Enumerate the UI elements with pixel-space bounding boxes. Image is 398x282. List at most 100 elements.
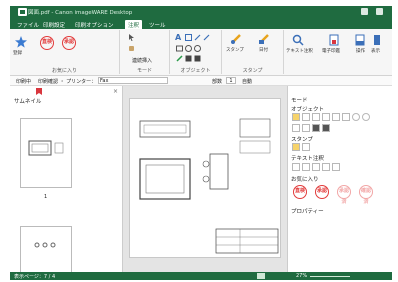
display-icon[interactable] — [372, 34, 382, 46]
polygon-icon[interactable] — [194, 55, 201, 62]
status-bar: 表示ページ：7 / 4 27% — [10, 272, 392, 280]
thumbnail-drawing — [28, 140, 64, 156]
technical-drawing — [139, 118, 279, 254]
thumbnail-page-2[interactable] — [20, 226, 72, 276]
window-title: 図面.pdf - Canon imageWARE Desktop — [28, 10, 133, 16]
stamp-icon[interactable] — [230, 33, 242, 45]
page-indicator: 表示ページ：7 / 4 — [14, 274, 56, 280]
view-mode-button[interactable] — [257, 273, 265, 279]
mode-section: モード — [291, 98, 308, 104]
note-icon-2[interactable] — [302, 163, 310, 171]
circle-tool-icon[interactable] — [185, 45, 192, 52]
text-tool-icon[interactable]: A — [175, 33, 181, 42]
select-icon[interactable] — [128, 34, 135, 41]
date-icon[interactable] — [258, 33, 270, 45]
app-icon — [18, 8, 27, 16]
seal-button[interactable]: 電子印鑑 — [322, 48, 340, 54]
close-icon[interactable]: × — [113, 88, 118, 95]
bookmark-icon[interactable] — [36, 88, 42, 95]
property-section: プロパティー — [291, 209, 324, 215]
copies-label: 部数 — [212, 79, 223, 85]
object-group: A オブジェクト — [170, 30, 222, 74]
favorite-stamp-2[interactable]: 承認 — [315, 185, 329, 199]
fill-icon[interactable] — [185, 55, 192, 62]
search-icon[interactable] — [292, 34, 304, 46]
copies-input[interactable]: 1 — [226, 77, 236, 84]
stroke-color-icon[interactable] — [322, 124, 330, 132]
zoom-level: 27% — [296, 273, 308, 279]
tab-file[interactable]: ファイル — [14, 20, 42, 29]
ellipse-tool-icon[interactable] — [194, 45, 201, 52]
text-icon[interactable] — [302, 113, 310, 121]
eraser-icon[interactable] — [292, 124, 300, 132]
stamp-group-label: スタンプ — [242, 68, 263, 74]
print-button[interactable]: 印刷中 — [16, 78, 31, 85]
tab-print-settings[interactable]: 印刷設定 — [40, 20, 68, 29]
date-stamp-icon[interactable] — [302, 143, 310, 151]
rectangle-tool-icon[interactable] — [176, 45, 183, 52]
mode-group-label: モード — [136, 68, 152, 74]
pen-tool-icon[interactable] — [194, 34, 201, 41]
mode-group: 連続挿入 モード — [120, 30, 170, 74]
app-window: 図面.pdf - Canon imageWARE Desktop ファイル 印刷… — [10, 6, 392, 280]
date-button[interactable]: 日付 — [259, 47, 268, 53]
stamp-approve-1[interactable]: 直検 — [40, 36, 54, 50]
tab-tools[interactable]: ツール — [146, 20, 169, 29]
ellipse-icon[interactable] — [362, 113, 370, 121]
object-group-label: オブジェクト — [180, 68, 211, 74]
minimize-button[interactable] — [361, 8, 368, 15]
note-icon-3[interactable] — [312, 163, 320, 171]
stamp-approve-2[interactable]: 承認 — [62, 36, 76, 50]
brush-icon[interactable] — [302, 124, 310, 132]
favorite-stamp-4[interactable]: 確認済 — [359, 185, 373, 205]
title-bar: 図面.pdf - Canon imageWARE Desktop — [10, 6, 392, 18]
close-button[interactable] — [376, 8, 383, 15]
thumbnail-page-1[interactable] — [20, 118, 72, 188]
textnote-section: テキスト注釈 — [291, 156, 324, 162]
text-note-button[interactable]: テキスト注釈 — [286, 48, 313, 54]
favorites-group: 登録 直検 承認 お気に入り — [10, 30, 120, 74]
tab-print-options[interactable]: 印刷オプション — [72, 20, 117, 29]
tab-annotation[interactable]: 注釈 — [125, 20, 143, 29]
fill-color-icon[interactable] — [312, 124, 320, 132]
paper-select[interactable]: 自動 — [242, 78, 252, 85]
thumbnail-panel: サムネイル × 1 — [10, 86, 123, 276]
marker-icon[interactable] — [176, 55, 183, 62]
hand-icon[interactable] — [128, 44, 135, 51]
seal-icon[interactable] — [329, 34, 339, 46]
stamp-section: スタンプ — [291, 137, 313, 143]
pen-icon[interactable] — [322, 113, 330, 121]
ribbon: 登録 直検 承認 お気に入り 連続挿入 モード A オブジェクト スタンプ 日付… — [10, 29, 392, 76]
favorite-stamp-3[interactable]: 承認済 — [337, 185, 351, 205]
object-section: オブジェクト — [291, 107, 325, 113]
select-tool-icon[interactable] — [292, 113, 300, 121]
operation-button[interactable]: 操作 — [356, 48, 365, 54]
image-tool-icon[interactable] — [185, 34, 192, 41]
properties-panel: モード オブジェクト スタンプ テキスト注釈 お気に入り 直検 承認 承認済 確… — [287, 86, 392, 272]
star-icon — [15, 36, 27, 48]
favorites-section: お気に入り — [291, 177, 319, 183]
document-page — [129, 98, 281, 258]
zoom-slider[interactable] — [310, 276, 350, 277]
printer-select[interactable]: Fax — [98, 77, 168, 84]
continuous-insert-button[interactable]: 連続挿入 — [132, 57, 152, 64]
line-icon[interactable] — [332, 113, 340, 121]
highlighter-icon[interactable] — [203, 34, 210, 41]
stamp-button[interactable]: スタンプ — [226, 47, 244, 53]
favorite-stamp-1[interactable]: 直検 — [293, 185, 307, 199]
thumbnail-drawing-2 — [34, 242, 56, 248]
stamp-group: スタンプ 日付 スタンプ — [222, 30, 284, 74]
ribbon-tabs: ファイル 印刷設定 印刷オプション 注釈 ツール — [10, 18, 392, 29]
note-icon-5[interactable] — [332, 163, 340, 171]
thumbnail-title: サムネイル — [14, 99, 42, 105]
register-favorite-button[interactable]: 登録 — [13, 50, 22, 56]
circle-icon[interactable] — [352, 113, 360, 121]
operation-icon[interactable] — [355, 34, 365, 46]
rect-icon[interactable] — [342, 113, 350, 121]
quick-toolbar: 印刷中 印刷確認 ・ プリンター： Fax 部数 1 自動 — [10, 76, 392, 86]
note-icon-4[interactable] — [322, 163, 330, 171]
stamp-tool-icon[interactable] — [292, 143, 300, 151]
display-button[interactable]: 表示 — [371, 48, 380, 54]
note-icon-1[interactable] — [292, 163, 300, 171]
image-icon[interactable] — [312, 113, 320, 121]
